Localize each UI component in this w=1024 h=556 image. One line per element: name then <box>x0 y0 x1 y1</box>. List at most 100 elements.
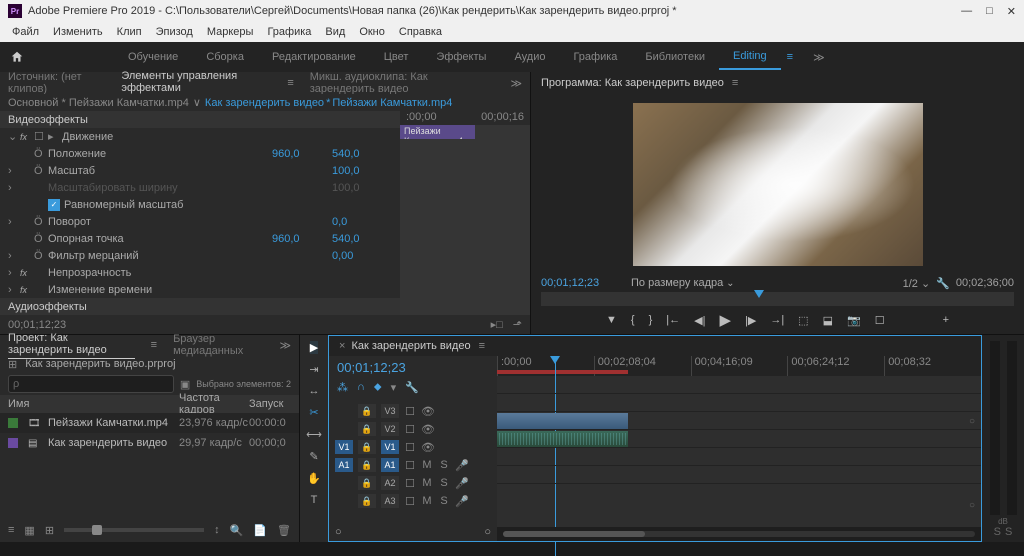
v-scroll-indicator[interactable]: ○ <box>969 416 975 427</box>
project-item-clip[interactable]: 🎞 Пейзажи Камчатки.mp4 23,976 кадр/с 00:… <box>0 413 299 433</box>
menu-graphics[interactable]: Графика <box>261 24 317 40</box>
pen-tool-icon[interactable]: ✎ <box>309 450 318 463</box>
icon-view-icon[interactable]: ▦ <box>24 524 34 537</box>
workspace-assembly[interactable]: Сборка <box>192 45 258 69</box>
v2-lane[interactable] <box>497 394 981 412</box>
timeline-ruler[interactable]: :00;00 00;02;08;04 00;04;16;09 00;06;24;… <box>497 356 981 376</box>
lift-icon[interactable]: ⬚ <box>798 314 808 327</box>
anchor-row[interactable]: ÖОпорная точка960,0540,0 <box>0 230 400 247</box>
selection-tool-icon[interactable]: ▶ <box>310 341 318 354</box>
extract-icon[interactable]: ⬓ <box>823 314 833 327</box>
thumbnail-size-slider[interactable] <box>64 528 204 532</box>
workspace-libraries[interactable]: Библиотеки <box>631 45 719 69</box>
program-timecode-left[interactable]: 00;01;12;23 <box>541 277 631 289</box>
video-clip[interactable] <box>497 413 628 429</box>
close-seq-icon[interactable]: × <box>339 340 345 352</box>
timeline-timecode[interactable]: 00;01;12;23 <box>329 356 497 378</box>
workspace-learning[interactable]: Обучение <box>114 45 192 69</box>
position-row[interactable]: ÖПоложение960,0540,0 <box>0 145 400 162</box>
scale-row[interactable]: ›ÖМасштаб100,0 <box>0 162 400 179</box>
track-v1[interactable]: V1🔒V1☐👁 <box>329 438 497 456</box>
ec-seq-link[interactable]: Как зарендерить видео <box>205 97 324 109</box>
tl-wrench-icon[interactable]: 🔧 <box>405 381 419 394</box>
panel-menu-icon[interactable]: ≡ <box>287 77 293 89</box>
project-overflow-icon[interactable]: ≫ <box>279 339 291 352</box>
tab-source[interactable]: Источник: (нет клипов) <box>8 71 105 95</box>
workspace-color[interactable]: Цвет <box>370 45 423 69</box>
motion-row[interactable]: ⌄fx☐▸Движение <box>0 128 400 145</box>
menu-edit[interactable]: Изменить <box>47 24 109 40</box>
track-v3[interactable]: 🔒V3☐👁 <box>329 402 497 420</box>
menu-markers[interactable]: Маркеры <box>201 24 260 40</box>
go-out-icon[interactable]: →| <box>770 314 784 326</box>
track-a3[interactable]: 🔒A3☐MS🎤 <box>329 492 497 510</box>
timeline-menu-icon[interactable]: ≡ <box>479 340 485 352</box>
ec-keyframe-area[interactable]: :00;0000;00;16 Пейзажи Камчатки.mp4 <box>400 111 530 315</box>
link-selection-icon[interactable]: ∩ <box>357 381 365 393</box>
freeform-view-icon[interactable]: ⊞ <box>45 524 54 537</box>
tab-effect-controls[interactable]: Элементы управления эффектами <box>121 70 271 97</box>
opacity-row[interactable]: ›fxНепрозрачность <box>0 264 400 281</box>
workspace-audio[interactable]: Аудио <box>500 45 559 69</box>
maximize-button[interactable]: □ <box>986 5 993 18</box>
flicker-row[interactable]: ›ÖФильтр мерцаний0,00 <box>0 247 400 264</box>
home-icon[interactable] <box>10 50 24 64</box>
search-input[interactable]: ρ <box>8 375 174 393</box>
button-editor-icon[interactable]: + <box>943 314 949 326</box>
tl-settings-icon[interactable]: ▾ <box>391 381 397 394</box>
workspace-graphics[interactable]: Графика <box>559 45 631 69</box>
close-button[interactable]: ✕ <box>1007 5 1016 18</box>
menu-sequence[interactable]: Эпизод <box>150 24 199 40</box>
trash-icon[interactable]: 🗑 <box>277 524 291 537</box>
tl-default-icon[interactable]: ○ <box>335 526 342 538</box>
v3-lane[interactable] <box>497 376 981 394</box>
bin-nav-icon[interactable]: ⊞ <box>8 358 17 371</box>
tab-media-browser[interactable]: Браузер медиаданных <box>173 333 263 357</box>
ec-toggle-icon[interactable]: ▸□ <box>491 318 503 331</box>
timeline-h-scroll[interactable] <box>497 527 981 541</box>
bin-filter-icon[interactable]: ▣ <box>180 378 190 391</box>
settings-icon[interactable]: 🔧 <box>936 277 950 290</box>
add-marker-tl-icon[interactable]: ⬥ <box>374 381 382 394</box>
audio-clip[interactable] <box>497 431 628 447</box>
menu-help[interactable]: Справка <box>393 24 448 40</box>
snap-icon[interactable]: ⁂ <box>337 381 348 394</box>
list-view-icon[interactable]: ≡ <box>8 524 14 536</box>
panel-overflow-icon[interactable]: ≫ <box>510 77 522 90</box>
export-frame-icon[interactable]: 📷 <box>847 314 861 327</box>
workspace-effects[interactable]: Эффекты <box>422 45 500 69</box>
go-in-icon[interactable]: |← <box>666 314 680 326</box>
track-v2[interactable]: 🔒V2☐👁 <box>329 420 497 438</box>
compare-icon[interactable]: ☐ <box>875 314 885 327</box>
hand-tool-icon[interactable]: ✋ <box>307 472 321 485</box>
a3-lane[interactable] <box>497 466 981 484</box>
project-item-sequence[interactable]: ▤ Как зарендерить видео 29,97 кадр/с 00;… <box>0 433 299 453</box>
step-back-icon[interactable]: ◀| <box>694 314 705 327</box>
step-fwd-icon[interactable]: |▶ <box>745 314 756 327</box>
program-menu-icon[interactable]: ≡ <box>732 77 738 89</box>
workspace-overflow-icon[interactable]: ≫ <box>813 51 825 64</box>
play-icon[interactable]: ▶ <box>719 311 731 329</box>
ec-footer-timecode[interactable]: 00;01;12;23 <box>8 319 66 331</box>
workspace-editing-ru[interactable]: Редактирование <box>258 45 370 69</box>
sort-icon[interactable]: ↕ <box>214 524 220 536</box>
add-marker-icon[interactable]: ▼ <box>606 314 617 326</box>
menu-file[interactable]: Файл <box>6 24 45 40</box>
menu-window[interactable]: Окно <box>353 24 391 40</box>
ec-clip-link[interactable]: Пейзажи Камчатки.mp4 <box>332 97 452 109</box>
uniform-scale-row[interactable]: ✓Равномерный масштаб <box>0 196 400 213</box>
menu-view[interactable]: Вид <box>319 24 351 40</box>
a1-lane[interactable] <box>497 430 981 448</box>
tab-audio-mixer[interactable]: Микш. аудиоклипа: Как зарендерить видео <box>310 71 495 95</box>
playback-resolution[interactable]: 1/2 ⌄ <box>903 277 931 290</box>
workspace-menu-icon[interactable]: ≡ <box>787 51 793 63</box>
a2-lane[interactable] <box>497 448 981 466</box>
tl-collapse-icon[interactable]: ○ <box>484 526 491 538</box>
zoom-fit-dropdown[interactable]: По размеру кадра ⌄ <box>631 277 734 289</box>
workspace-editing[interactable]: Editing <box>719 44 781 70</box>
mark-out-icon[interactable]: } <box>649 314 653 326</box>
ripple-tool-icon[interactable]: ↔ <box>309 385 320 397</box>
new-item-icon[interactable]: 📄 <box>253 524 267 537</box>
track-select-tool-icon[interactable]: ⇥ <box>309 363 318 376</box>
new-bin-icon[interactable]: 🔍 <box>230 524 244 537</box>
